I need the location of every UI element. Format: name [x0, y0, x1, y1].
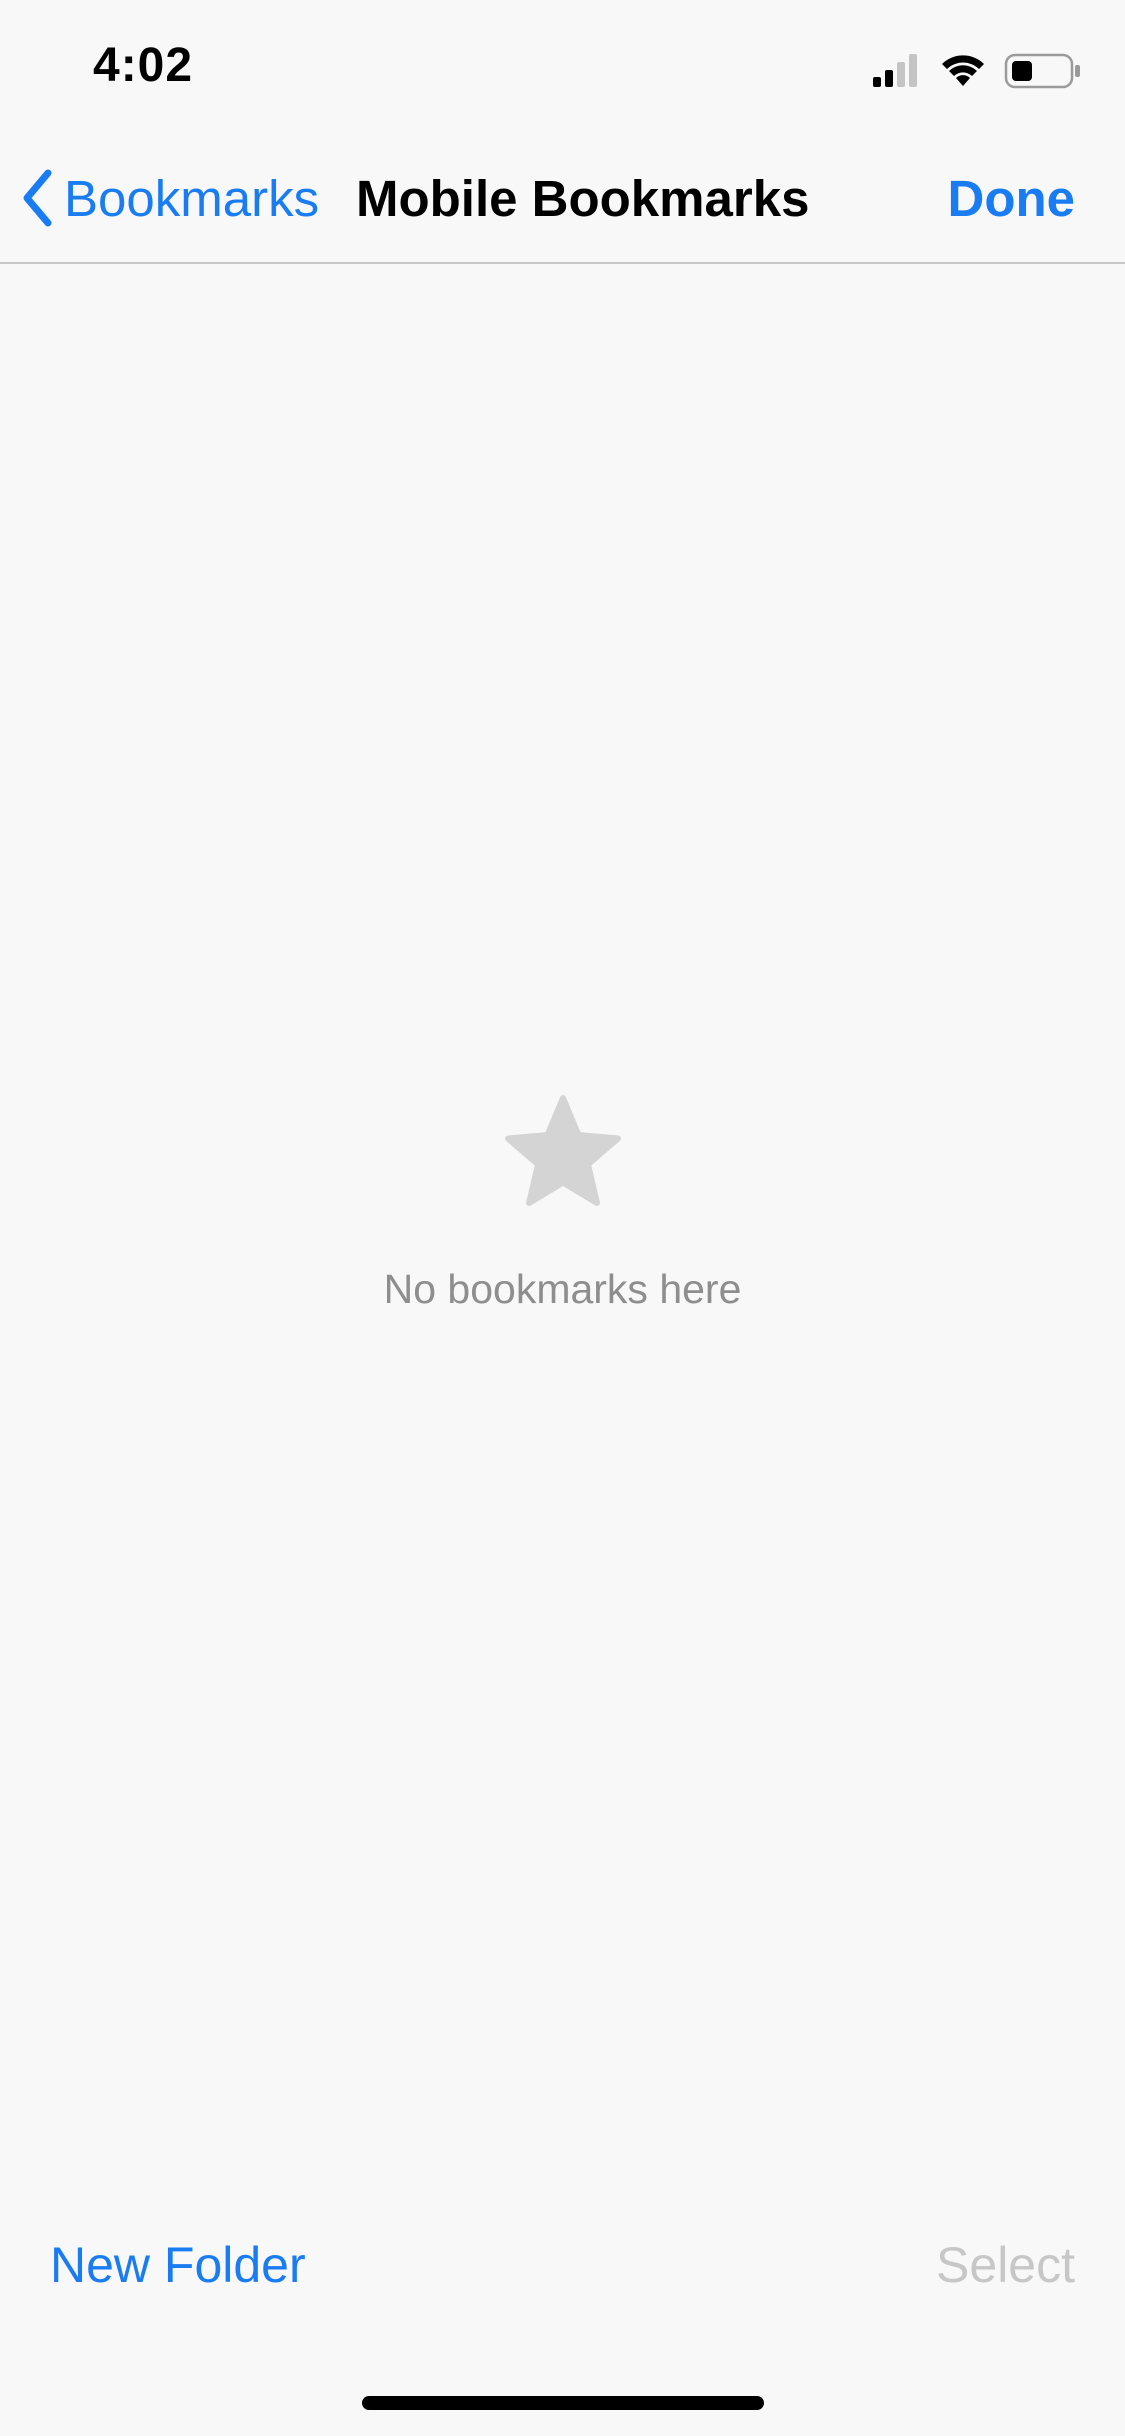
status-time: 4:02: [93, 39, 194, 92]
status-bar: 4:02: [0, 0, 1125, 135]
done-button[interactable]: Done: [948, 169, 1076, 228]
select-button[interactable]: Select: [936, 2236, 1075, 2294]
empty-state: No bookmarks here: [0, 1090, 1125, 1313]
bottom-toolbar: New Folder Select: [0, 2220, 1125, 2320]
cellular-signal-icon: [873, 54, 917, 87]
empty-state-message: No bookmarks here: [383, 1266, 742, 1312]
page-title: Mobile Bookmarks: [356, 170, 810, 227]
new-folder-button[interactable]: New Folder: [50, 2236, 306, 2294]
star-icon: [504, 1095, 621, 1206]
wifi-icon: [942, 55, 984, 86]
status-icons: [873, 50, 1083, 90]
home-indicator[interactable]: [362, 2396, 764, 2410]
battery-icon: [1004, 53, 1080, 89]
nav-bar: Bookmarks Mobile Bookmarks Done: [0, 135, 1125, 264]
back-button-label: Bookmarks: [64, 169, 320, 227]
chevron-left-icon: [23, 169, 52, 227]
back-button[interactable]: Bookmarks: [22, 163, 319, 233]
